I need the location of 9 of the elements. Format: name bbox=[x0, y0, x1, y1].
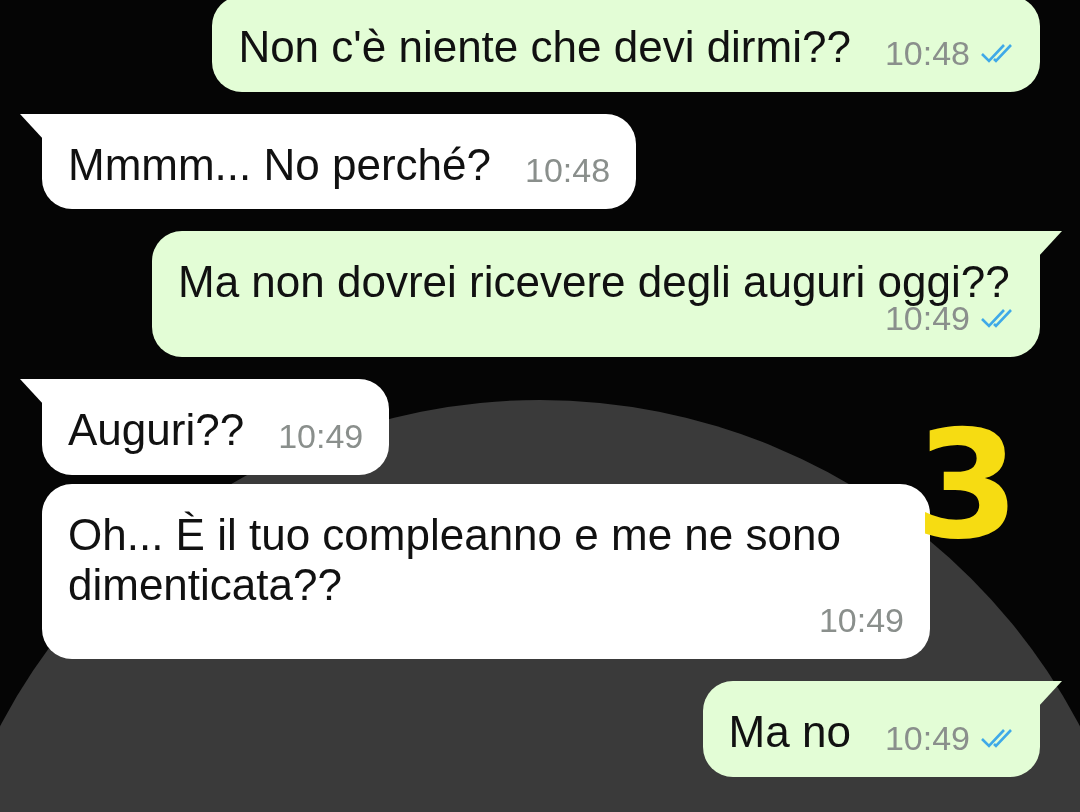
message-text: Non c'è niente che devi dirmi?? bbox=[238, 22, 851, 72]
message-time: 10:48 bbox=[525, 153, 611, 188]
message-time: 10:49 bbox=[884, 721, 970, 756]
message-text: Mmmm... No perché? bbox=[68, 139, 491, 190]
message-time: 10:48 bbox=[884, 35, 970, 70]
message-text: Auguri?? bbox=[68, 405, 245, 455]
message-time: 10:49 bbox=[278, 418, 364, 453]
annotation-number: 3 bbox=[915, 410, 1020, 560]
message-text: Ma no bbox=[728, 707, 851, 758]
